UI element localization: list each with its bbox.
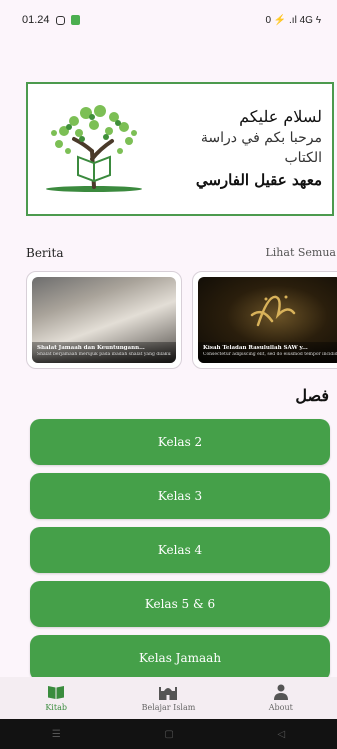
status-left: 01.24: [22, 14, 80, 26]
news-card[interactable]: Kisah Teladan Rasulullah SAW y... Consec…: [192, 271, 337, 369]
news-title: Kisah Teladan Rasulullah SAW y...: [203, 345, 308, 351]
class-button[interactable]: Kelas 5 & 6: [30, 581, 330, 627]
nav-item-about[interactable]: About: [231, 684, 331, 712]
news-image: Kisah Teladan Rasulullah SAW y... Consec…: [198, 277, 337, 363]
nav-item-belajar-islam[interactable]: Belajar Islam: [118, 684, 218, 712]
back-icon[interactable]: ◁: [277, 729, 285, 740]
status-indicators: 0 ⚡ .ıl 4G ϟ: [265, 15, 321, 26]
news-title: Shalat Jamaah dan Keuntungann...: [37, 345, 145, 351]
greeting-text: لسلام عليكم: [239, 107, 322, 126]
status-bar: 01.24 0 ⚡ .ıl 4G ϟ: [0, 0, 337, 40]
system-navigation-bar: ☰ ▢ ◁: [0, 719, 337, 749]
class-button[interactable]: Kelas 3: [30, 473, 330, 519]
class-list: Kelas 2 Kelas 3 Kelas 4 Kelas 5 & 6 Kela…: [30, 419, 330, 689]
nav-label: Kitab: [45, 703, 67, 712]
class-button[interactable]: Kelas 2: [30, 419, 330, 465]
app-notification-icon: [70, 15, 80, 25]
news-card[interactable]: Shalat Jamaah dan Keuntungann... Shalat …: [26, 271, 182, 369]
welcome-text-2: الكتاب: [284, 150, 322, 166]
status-icons-text: 0 ⚡ .ıl 4G ϟ: [265, 14, 321, 26]
nav-item-kitab[interactable]: Kitab: [6, 684, 106, 712]
news-heading: Berita: [26, 246, 64, 260]
banner-text: لسلام عليكم مرحبا بكم في دراسة الكتاب مع…: [154, 106, 332, 192]
news-caption: Kisah Teladan Rasulullah SAW y... Consec…: [198, 342, 337, 363]
bottom-navigation: Kitab Belajar Islam About: [0, 677, 337, 719]
news-description: Consectetur adipiscing elit, sed do eius…: [203, 352, 337, 357]
book-icon: [48, 686, 65, 699]
menu-icon[interactable]: ☰: [52, 729, 61, 740]
class-button[interactable]: Kelas Jamaah: [30, 635, 330, 681]
nav-label: About: [268, 703, 293, 712]
mosque-icon: [159, 687, 178, 700]
tree-book-logo-icon: [46, 105, 142, 192]
news-caption: Shalat Jamaah dan Keuntungann... Shalat …: [32, 342, 176, 363]
nav-label: Belajar Islam: [141, 703, 196, 712]
see-all-link[interactable]: Lihat Semua: [265, 246, 336, 260]
calligraphy-icon: [250, 295, 296, 327]
classes-heading: فصل: [295, 386, 329, 405]
person-icon: [273, 684, 288, 700]
news-image: Shalat Jamaah dan Keuntungann... Shalat …: [32, 277, 176, 363]
class-button[interactable]: Kelas 4: [30, 527, 330, 573]
news-description: Shalat berjamaah merujuk pada ibadah sha…: [37, 352, 171, 357]
home-icon[interactable]: ▢: [164, 729, 173, 740]
welcome-banner: لسلام عليكم مرحبا بكم في دراسة الكتاب مع…: [26, 82, 334, 216]
camera-notification-icon: [55, 15, 65, 25]
status-time: 01.24: [22, 14, 50, 26]
institute-name: معهد عقيل الفارسي: [195, 171, 322, 189]
welcome-text: مرحبا بكم في دراسة: [200, 130, 322, 146]
news-carousel[interactable]: Shalat Jamaah dan Keuntungann... Shalat …: [26, 271, 337, 371]
news-header: Berita Lihat Semua: [26, 246, 336, 260]
